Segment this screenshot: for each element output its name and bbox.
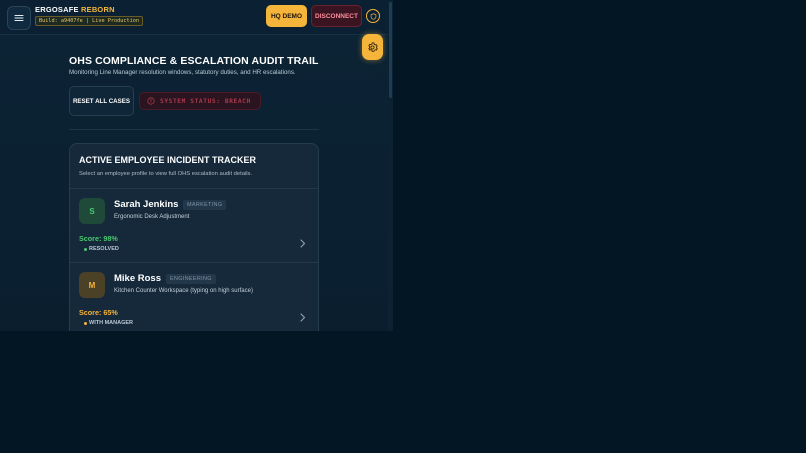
incident-tracker-panel: ACTIVE EMPLOYEE INCIDENT TRACKER Select … bbox=[69, 143, 319, 331]
alert-circle-icon bbox=[147, 97, 155, 105]
status-label: RESOLVED bbox=[89, 246, 119, 252]
brand-secondary: REBORN bbox=[81, 5, 115, 14]
chevron-right-icon bbox=[300, 239, 306, 248]
app-window: ERGOSAFE REBORN Build: a9407fe | Live Pr… bbox=[0, 0, 388, 331]
avatar: S bbox=[79, 198, 105, 224]
status-dot-icon bbox=[84, 321, 87, 325]
brand-logo: ERGOSAFE REBORN bbox=[35, 5, 115, 14]
build-badge: Build: a9407fe | Live Production bbox=[35, 16, 143, 26]
status-label: WITH MANAGER bbox=[89, 320, 133, 326]
status-dot-icon bbox=[84, 247, 87, 251]
incident-description: Ergonomic Desk Adjustment bbox=[114, 214, 190, 220]
brand-primary: ERGOSAFE bbox=[35, 5, 79, 14]
tracker-title: ACTIVE EMPLOYEE INCIDENT TRACKER bbox=[79, 155, 257, 165]
disconnect-button[interactable]: DISCONNECT bbox=[311, 5, 362, 27]
system-status-badge: SYSTEM STATUS: BREACH bbox=[139, 92, 261, 110]
incident-description: Kitchen Counter Workspace (typing on hig… bbox=[114, 288, 253, 294]
system-status-label: SYSTEM STATUS: BREACH bbox=[160, 97, 251, 105]
department-tag: MARKETING bbox=[183, 200, 227, 210]
page-title: OHS COMPLIANCE & ESCALATION AUDIT TRAIL bbox=[69, 55, 319, 67]
shield-icon bbox=[370, 12, 376, 20]
reset-all-cases-button[interactable]: RESET ALL CASES bbox=[69, 86, 134, 116]
shield-button[interactable] bbox=[366, 9, 380, 23]
score-value: Score: 98% bbox=[79, 234, 118, 243]
employee-row-mike-ross[interactable]: M Mike Ross ENGINEERING Kitchen Counter … bbox=[70, 263, 318, 331]
score-value: Score: 65% bbox=[79, 308, 118, 317]
employee-name: Sarah Jenkins bbox=[114, 199, 179, 210]
avatar: M bbox=[79, 272, 105, 298]
menu-button[interactable] bbox=[7, 6, 31, 30]
top-bar: ERGOSAFE REBORN Build: a9407fe | Live Pr… bbox=[0, 0, 388, 35]
hamburger-icon bbox=[14, 14, 24, 22]
gear-icon bbox=[368, 42, 378, 52]
page-subtitle: Monitoring Line Manager resolution windo… bbox=[69, 69, 296, 76]
status-badge: WITH MANAGER bbox=[84, 320, 133, 326]
hq-demo-button[interactable]: HQ DEMO bbox=[266, 5, 307, 27]
employee-name: Mike Ross bbox=[114, 273, 161, 284]
status-badge: RESOLVED bbox=[84, 246, 119, 252]
tracker-subtitle: Select an employee profile to view full … bbox=[79, 171, 253, 177]
department-tag: ENGINEERING bbox=[166, 274, 216, 284]
section-divider bbox=[69, 129, 319, 130]
chevron-right-icon bbox=[300, 313, 306, 322]
scrollbar-thumb[interactable] bbox=[389, 2, 392, 98]
employee-row-sarah-jenkins[interactable]: S Sarah Jenkins MARKETING Ergonomic Desk… bbox=[70, 189, 318, 263]
settings-button[interactable] bbox=[362, 34, 383, 60]
